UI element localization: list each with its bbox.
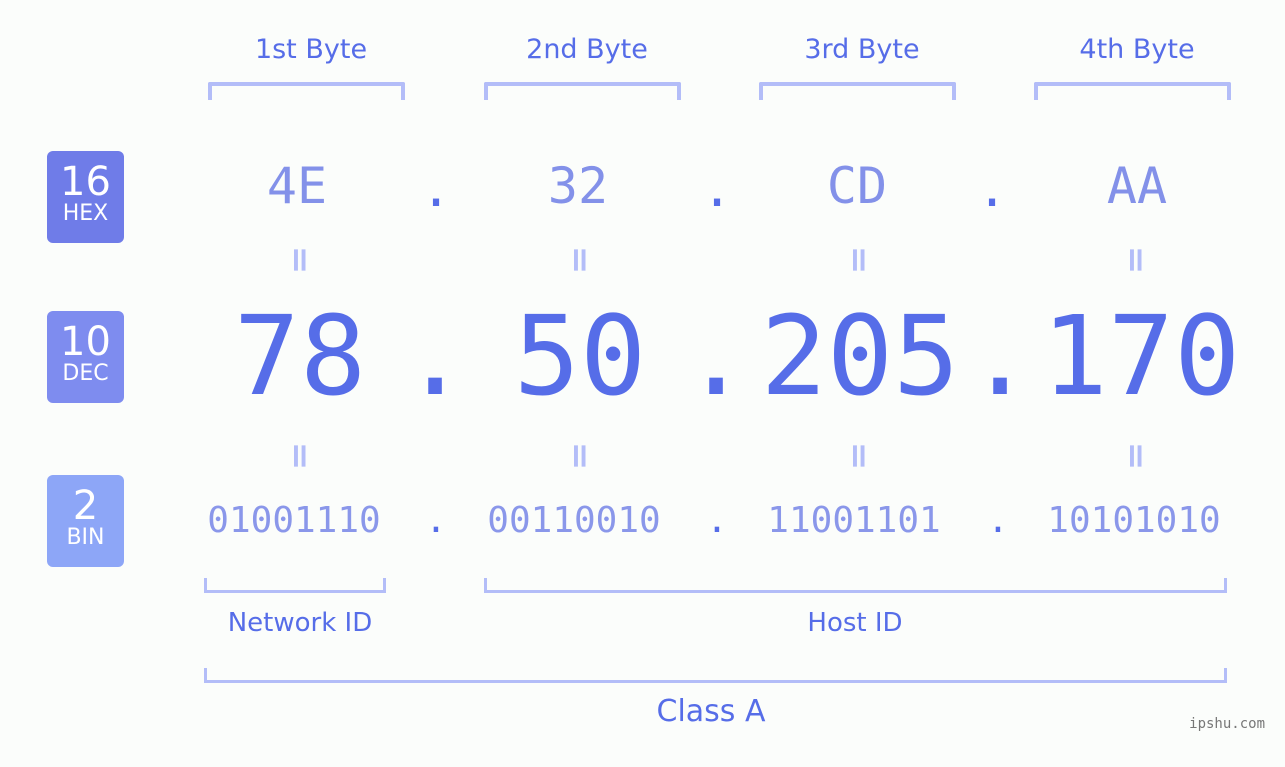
equals-dec-bin-1: = [280, 441, 320, 471]
bin-byte-3: 11001101 [767, 500, 941, 541]
network-id-bracket [204, 578, 386, 593]
equals-dec-bin-3: = [839, 441, 879, 471]
class-bracket [204, 668, 1227, 683]
bin-dot-1: . [425, 500, 447, 541]
dec-base-number: 10 [60, 319, 111, 365]
hex-byte-1: 4E [266, 157, 328, 215]
bin-byte-4: 10101010 [1047, 500, 1221, 541]
bin-badge: 2 BIN [47, 475, 124, 567]
dec-badge: 10 DEC [47, 311, 124, 403]
dec-dot-2: . [683, 292, 750, 420]
hex-byte-4: AA [1106, 157, 1168, 215]
byte-label-4: 4th Byte [1079, 34, 1195, 65]
hex-badge: 16 HEX [47, 151, 124, 243]
equals-dec-bin-4: = [1116, 441, 1156, 471]
hex-base-number: 16 [60, 159, 111, 205]
bin-base-label: BIN [66, 525, 105, 550]
host-id-bracket [484, 578, 1227, 593]
equals-hex-dec-2: = [560, 245, 600, 275]
byte-label-1: 1st Byte [254, 34, 368, 65]
dec-byte-1: 78 [233, 292, 367, 420]
host-id-label: Host ID [807, 608, 903, 638]
dec-dot-3: . [967, 292, 1034, 420]
dec-byte-4: 170 [1041, 292, 1241, 420]
byte-label-3: 3rd Byte [804, 34, 920, 65]
hex-byte-2: 32 [547, 157, 609, 215]
bin-byte-1: 01001110 [207, 500, 381, 541]
hex-byte-3: CD [826, 157, 888, 215]
class-label: Class A [656, 694, 766, 729]
dec-byte-3: 205 [760, 292, 960, 420]
equals-hex-dec-4: = [1116, 245, 1156, 275]
network-id-label: Network ID [227, 608, 373, 638]
dec-dot-1: . [402, 292, 469, 420]
bin-dot-3: . [987, 500, 1009, 541]
hex-dot-1: . [420, 160, 452, 218]
watermark: ipshu.com [1189, 716, 1265, 732]
byte-label-2: 2nd Byte [526, 34, 648, 65]
hex-base-label: HEX [62, 201, 109, 226]
hex-dot-3: . [976, 160, 1008, 218]
bin-base-number: 2 [72, 483, 99, 529]
bin-dot-2: . [706, 500, 728, 541]
byte-bracket-2 [484, 82, 681, 100]
dec-base-label: DEC [62, 361, 109, 386]
byte-bracket-3 [759, 82, 956, 100]
equals-hex-dec-1: = [280, 245, 320, 275]
hex-dot-2: . [701, 160, 733, 218]
bin-byte-2: 00110010 [487, 500, 661, 541]
dec-byte-2: 50 [513, 292, 647, 420]
byte-bracket-4 [1034, 82, 1231, 100]
equals-dec-bin-2: = [560, 441, 600, 471]
byte-bracket-1 [208, 82, 405, 100]
equals-hex-dec-3: = [839, 245, 879, 275]
